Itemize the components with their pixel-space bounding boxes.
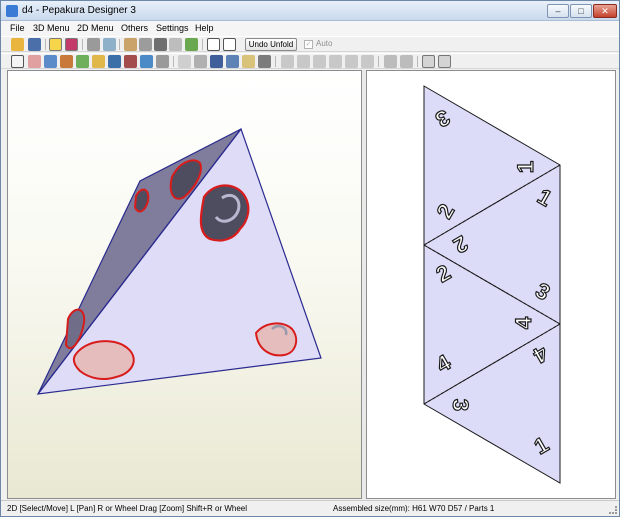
app-icon bbox=[6, 5, 18, 17]
swap-icon[interactable] bbox=[156, 55, 169, 68]
faces-icon[interactable] bbox=[65, 38, 78, 51]
bounds-icon[interactable] bbox=[178, 55, 191, 68]
align-top-icon[interactable] bbox=[329, 55, 342, 68]
status-bar: 2D [Select/Move] L [Pan] R or Wheel Drag… bbox=[1, 500, 619, 516]
select-icon[interactable] bbox=[11, 55, 24, 68]
menu-others[interactable]: Others bbox=[121, 23, 148, 33]
auto-checkbox[interactable]: ✓ bbox=[304, 40, 313, 49]
grid-icon[interactable] bbox=[44, 55, 57, 68]
align-right-icon[interactable] bbox=[313, 55, 326, 68]
flip-icon[interactable] bbox=[103, 38, 116, 51]
text-icon[interactable] bbox=[242, 55, 255, 68]
menu-help[interactable]: Help bbox=[195, 23, 214, 33]
fold-icon[interactable] bbox=[76, 55, 89, 68]
page-icon[interactable] bbox=[210, 55, 223, 68]
2d-pattern-svg: 3 1 1 2 2 2 3 4 4 4 3 1 bbox=[423, 85, 561, 484]
title-bar[interactable]: d4 - Pepakura Designer 3 – □ ✕ bbox=[1, 1, 619, 21]
app-window: d4 - Pepakura Designer 3 – □ ✕ File 3D M… bbox=[0, 0, 620, 517]
window-title: d4 - Pepakura Designer 3 bbox=[22, 5, 136, 16]
join-icon[interactable] bbox=[140, 55, 153, 68]
align-middle-icon[interactable] bbox=[345, 55, 358, 68]
resize-grip-icon[interactable] bbox=[609, 506, 617, 514]
menu-file[interactable]: File bbox=[10, 23, 25, 33]
2d-view[interactable]: 3 1 1 2 2 2 3 4 4 4 3 1 bbox=[366, 70, 616, 499]
3d-model-svg bbox=[36, 127, 322, 395]
minimize-button[interactable]: – bbox=[547, 4, 569, 18]
toolbar-separator bbox=[202, 39, 203, 50]
face-number: 1 bbox=[513, 161, 538, 173]
toolbar-separator bbox=[119, 39, 120, 50]
copy-icon[interactable] bbox=[169, 38, 182, 51]
status-size-text: Assembled size(mm): H61 W70 D57 / Parts … bbox=[333, 504, 495, 513]
unfold-icon[interactable] bbox=[185, 38, 198, 51]
print-icon[interactable] bbox=[258, 55, 271, 68]
toolbar-separator bbox=[82, 39, 83, 50]
trash-icon[interactable] bbox=[139, 38, 152, 51]
3d-view[interactable] bbox=[7, 70, 362, 499]
align-left-icon[interactable] bbox=[281, 55, 294, 68]
menu-settings[interactable]: Settings bbox=[156, 23, 189, 33]
maximize-button[interactable]: □ bbox=[570, 4, 592, 18]
anchor-icon[interactable] bbox=[154, 38, 167, 51]
texture-icon[interactable] bbox=[49, 38, 62, 51]
toolbar-separator bbox=[45, 39, 46, 50]
edit-toolbar bbox=[1, 53, 619, 69]
toolbar-separator bbox=[417, 56, 418, 67]
paint-icon[interactable] bbox=[60, 55, 73, 68]
refresh-icon[interactable] bbox=[400, 55, 413, 68]
number-icon[interactable] bbox=[92, 55, 105, 68]
zoom-icon[interactable] bbox=[384, 55, 397, 68]
menu-3d[interactable]: 3D Menu bbox=[33, 23, 70, 33]
undo-unfold-button[interactable]: Undo Unfold bbox=[245, 38, 297, 51]
close-button[interactable]: ✕ bbox=[593, 4, 617, 18]
auto-label: Auto bbox=[316, 39, 333, 48]
rotate-icon[interactable] bbox=[87, 38, 100, 51]
main-toolbar: Undo Unfold ✓ Auto bbox=[1, 36, 619, 52]
align-center-icon[interactable] bbox=[297, 55, 310, 68]
layout-icon[interactable] bbox=[226, 55, 239, 68]
face-number: 3 bbox=[448, 399, 473, 411]
toolbar-separator bbox=[275, 56, 276, 67]
toolbar-separator bbox=[378, 56, 379, 67]
shift-icon[interactable] bbox=[194, 55, 207, 68]
face-number: 4 bbox=[511, 316, 536, 329]
toolbar-separator bbox=[173, 56, 174, 67]
expand-icon[interactable] bbox=[438, 55, 451, 68]
menu-2d[interactable]: 2D Menu bbox=[77, 23, 114, 33]
split-view-icon[interactable] bbox=[223, 38, 236, 51]
edit-icon[interactable] bbox=[124, 38, 137, 51]
window-icon[interactable] bbox=[207, 38, 220, 51]
menu-bar: File 3D Menu 2D Menu Others Settings Hel… bbox=[1, 21, 619, 36]
number-cut-bottom-left bbox=[72, 340, 135, 380]
fit-icon[interactable] bbox=[422, 55, 435, 68]
photo-icon[interactable] bbox=[108, 55, 121, 68]
flap-icon[interactable] bbox=[124, 55, 137, 68]
cut-icon[interactable] bbox=[28, 55, 41, 68]
save-icon[interactable] bbox=[28, 38, 41, 51]
status-mode-text: 2D [Select/Move] L [Pan] R or Wheel Drag… bbox=[7, 504, 248, 513]
open-icon[interactable] bbox=[11, 38, 24, 51]
align-bottom-icon[interactable] bbox=[361, 55, 374, 68]
